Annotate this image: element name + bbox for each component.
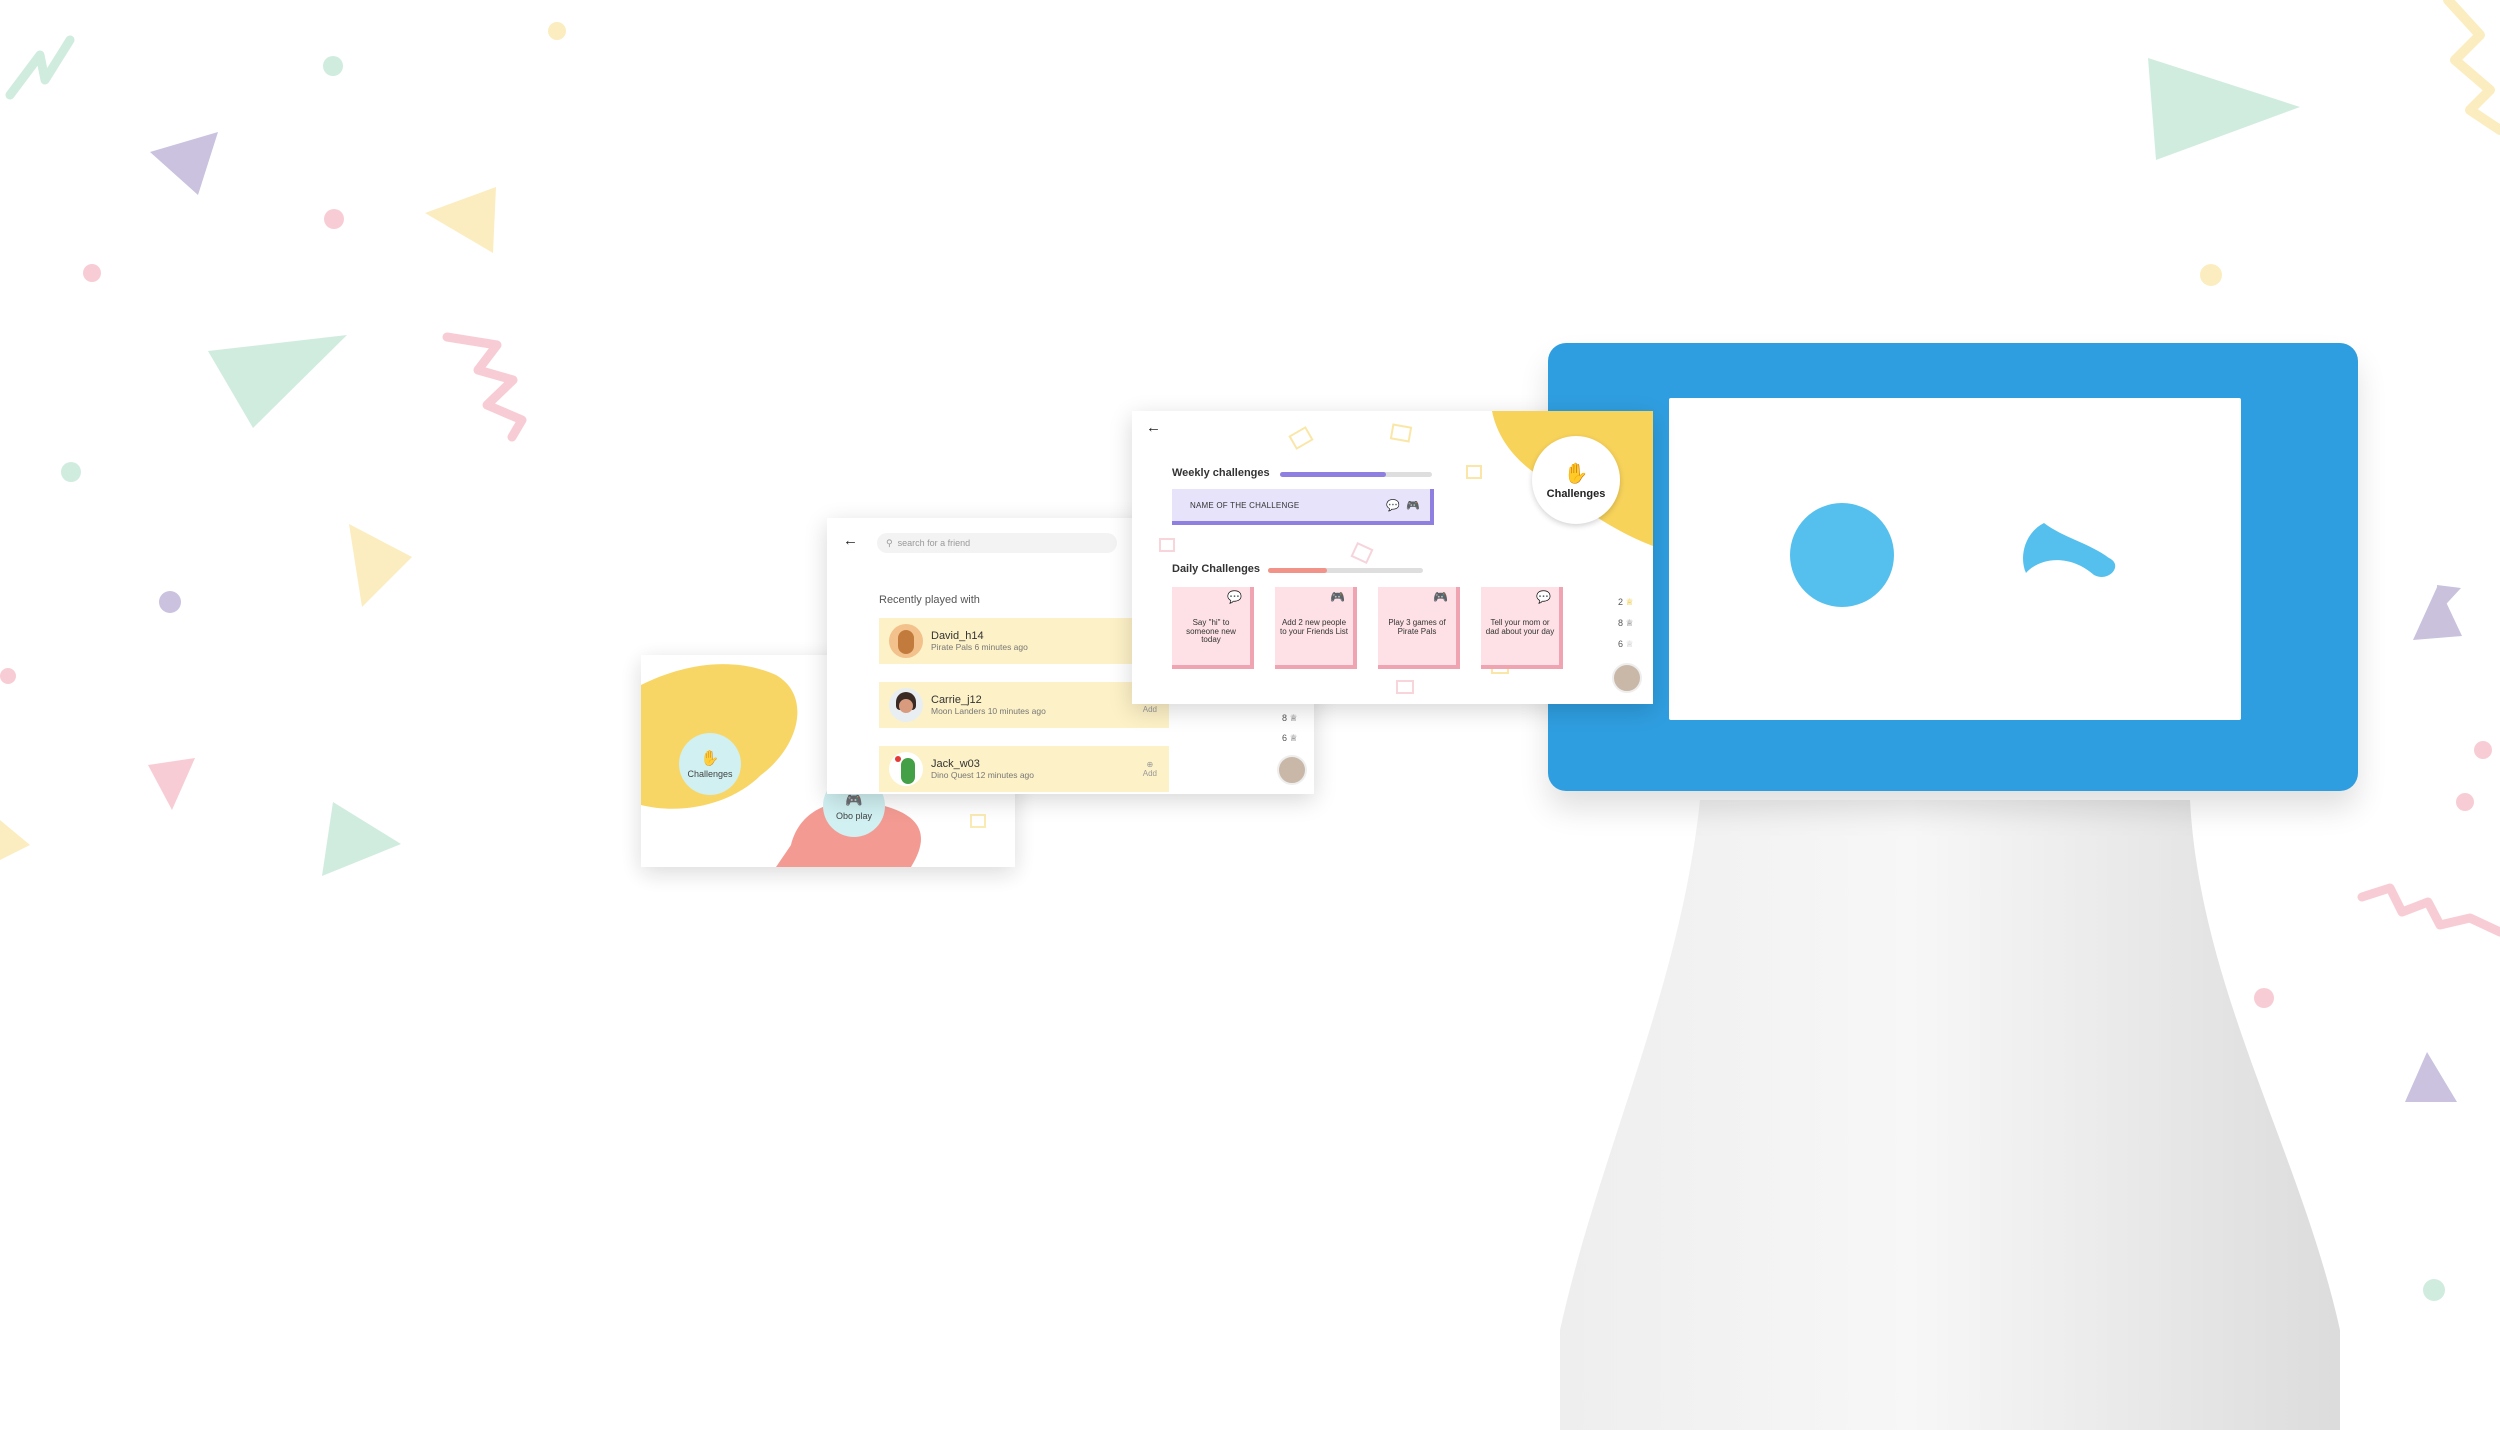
- friend-last-game: Dino Quest 12 minutes ago: [931, 770, 1035, 780]
- weekly-challenges-title: Weekly challenges: [1172, 467, 1270, 479]
- recently-played-title: Recently played with: [879, 594, 980, 606]
- avatar[interactable]: [1277, 755, 1307, 785]
- daily-progress-fill: [1268, 568, 1327, 573]
- challenges-nav-button[interactable]: ✋ Challenges: [679, 733, 741, 795]
- robot-eye-left: [1790, 503, 1894, 607]
- gamepad-icon: 🎮: [1433, 590, 1448, 604]
- friend-row-carrie[interactable]: Carrie_j12 Moon Landers 10 minutes ago ⊕…: [879, 682, 1169, 728]
- chat-bubbles-icon: 💬: [1536, 590, 1551, 604]
- back-arrow-icon[interactable]: ←: [1146, 419, 1161, 436]
- back-arrow-icon[interactable]: ←: [843, 532, 858, 549]
- challenges-badge-label: Challenges: [1546, 487, 1606, 500]
- search-icon: ⚲: [886, 537, 893, 548]
- daily-challenge-text: Say "hi" to someone new today: [1186, 618, 1236, 644]
- search-placeholder: search for a friend: [897, 538, 971, 548]
- daily-challenge-card-2[interactable]: 🎮 Add 2 new people to your Friends List: [1275, 587, 1357, 669]
- trophy-icon: ♕: [1289, 733, 1298, 743]
- stat-bronze: 6 ♕: [1618, 639, 1634, 649]
- trophy-icon: ♕: [1289, 713, 1298, 723]
- trophy-icon: ♕: [1625, 597, 1634, 607]
- weekly-progress-fill: [1280, 472, 1387, 477]
- hands-clap-icon: ✋: [700, 750, 720, 767]
- challenges-screen-card: ← Weekly challenges NAME OF THE CHALLENG…: [1132, 411, 1653, 704]
- stat-silver: 8 ♕: [1282, 713, 1298, 723]
- search-input[interactable]: ⚲ search for a friend: [877, 533, 1117, 553]
- avatar: [889, 688, 923, 722]
- daily-challenge-text: Tell your mom or dad about your day: [1485, 618, 1555, 636]
- weekly-progress-bar: [1280, 472, 1432, 477]
- daily-challenge-card-3[interactable]: 🎮 Play 3 games of Pirate Pals: [1378, 587, 1460, 669]
- gamepad-icon: 🎮: [1406, 500, 1420, 512]
- add-friend-label: Add: [1142, 705, 1157, 714]
- robot-face-screen: [1669, 398, 2241, 720]
- robot-head: [1548, 343, 2358, 791]
- daily-challenge-text: Play 3 games of Pirate Pals: [1388, 618, 1446, 636]
- weekly-challenge-card[interactable]: NAME OF THE CHALLENGE 💬 🎮: [1172, 489, 1434, 525]
- friend-name: Jack_w03: [931, 758, 980, 770]
- friend-name: David_h14: [931, 630, 984, 642]
- robot-body: [1560, 800, 2340, 1430]
- add-friend-label: Add: [1142, 769, 1157, 778]
- stat-bronze: 6 ♕: [1282, 733, 1298, 743]
- friend-row-jack[interactable]: Jack_w03 Dino Quest 12 minutes ago ⊕ Add: [879, 746, 1169, 792]
- daily-challenge-card-1[interactable]: 💬 Say "hi" to someone new today: [1172, 587, 1254, 669]
- avatar[interactable]: [1612, 663, 1642, 693]
- add-icon: ⊕: [1146, 760, 1154, 769]
- daily-progress-bar: [1268, 568, 1423, 573]
- gamepad-icon: 🎮: [1330, 590, 1345, 604]
- friend-name: Carrie_j12: [931, 694, 982, 706]
- daily-challenge-card-4[interactable]: 💬 Tell your mom or dad about your day: [1481, 587, 1563, 669]
- daily-challenges-title: Daily Challenges: [1172, 563, 1261, 575]
- robot-eye-wink: [2023, 523, 2116, 578]
- avatar: [889, 624, 923, 658]
- stat-silver: 8 ♕: [1618, 618, 1634, 628]
- obo-play-nav-label: Obo play: [835, 810, 873, 821]
- challenges-badge: ✋ Challenges: [1532, 436, 1620, 524]
- challenges-nav-label: Challenges: [687, 769, 733, 779]
- friend-last-game: Moon Landers 10 minutes ago: [931, 706, 1046, 716]
- trophy-icon: ♕: [1625, 618, 1634, 628]
- hands-clap-icon: ✋: [1563, 462, 1589, 485]
- gamepad-icon: 🎮: [845, 791, 863, 808]
- trophy-icon: ♕: [1625, 639, 1634, 649]
- stat-gold: 2 ♕: [1618, 597, 1634, 607]
- chat-bubbles-icon: 💬: [1386, 500, 1400, 512]
- daily-challenge-text: Add 2 new people to your Friends List: [1279, 618, 1349, 636]
- weekly-challenge-name: NAME OF THE CHALLENGE: [1190, 500, 1300, 510]
- friend-last-game: Pirate Pals 6 minutes ago: [931, 642, 1028, 652]
- chat-bubbles-icon: 💬: [1227, 590, 1242, 604]
- add-friend-button[interactable]: ⊕ Add: [1143, 760, 1157, 778]
- friend-row-david[interactable]: David_h14 Pirate Pals 6 minutes ago: [879, 618, 1169, 664]
- avatar: [889, 752, 923, 786]
